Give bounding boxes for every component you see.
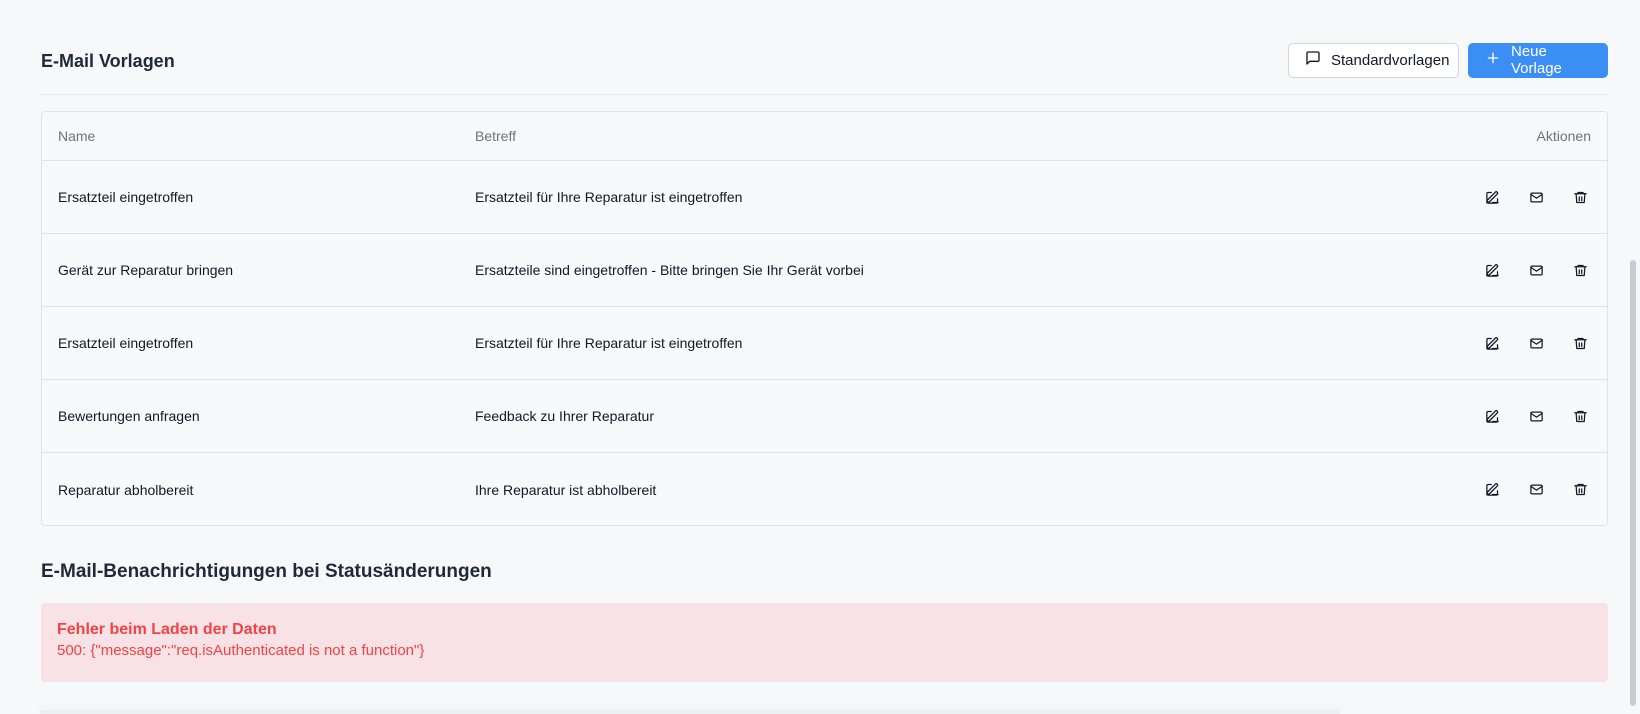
scrollbar-track[interactable] (1626, 0, 1640, 714)
template-subject: Ersatzteil für Ihre Reparatur ist einget… (475, 335, 743, 351)
edit-icon[interactable] (1483, 481, 1501, 499)
notifications-section-title: E-Mail-Benachrichtigungen bei Statusände… (41, 561, 492, 582)
row-actions (1483, 334, 1589, 352)
actions-column-header: Aktionen (1536, 128, 1591, 144)
template-name: Ersatzteil eingetroffen (58, 189, 194, 205)
table-row: Gerät zur Reparatur bringen Ersatzteile … (42, 234, 1607, 307)
header-divider (41, 94, 1608, 95)
table-row: Bewertungen anfragen Feedback zu Ihrer R… (42, 380, 1607, 453)
mail-icon[interactable] (1527, 481, 1545, 499)
template-subject: Feedback zu Ihrer Reparatur (475, 408, 654, 424)
mail-icon[interactable] (1527, 334, 1545, 352)
trash-icon[interactable] (1571, 188, 1589, 206)
edit-icon[interactable] (1483, 334, 1501, 352)
error-message: 500: {"message":"req.isAuthenticated is … (57, 642, 425, 659)
mail-icon[interactable] (1527, 188, 1545, 206)
mail-icon[interactable] (1527, 261, 1545, 279)
row-actions (1483, 188, 1589, 206)
template-name: Ersatzteil eingetroffen (58, 335, 194, 351)
table-row: Ersatzteil eingetroffen Ersatzteil für I… (42, 307, 1607, 380)
standard-templates-button[interactable]: Standardvorlagen (1288, 42, 1459, 78)
page-header: E-Mail Vorlagen Standardvorlagen Neue Vo… (41, 40, 1608, 80)
page-title: E-Mail Vorlagen (41, 50, 175, 71)
row-actions (1483, 481, 1589, 499)
template-subject: Ihre Reparatur ist abholbereit (475, 481, 657, 498)
table-row: Ersatzteil eingetroffen Ersatzteil für I… (42, 161, 1607, 234)
edit-icon[interactable] (1483, 188, 1501, 206)
row-actions (1483, 407, 1589, 425)
table-header: Name Betreff Aktionen (42, 112, 1607, 161)
template-subject: Ersatzteile sind eingetroffen - Bitte br… (475, 262, 864, 278)
table-row: Reparatur abholbereit Ihre Reparatur ist… (42, 453, 1607, 525)
template-subject: Ersatzteil für Ihre Reparatur ist einget… (475, 189, 743, 205)
error-alert: Fehler beim Laden der Daten 500: {"messa… (41, 603, 1608, 682)
header-actions: Standardvorlagen Neue Vorlage (1288, 42, 1608, 78)
template-name: Bewertungen anfragen (58, 408, 200, 424)
trash-icon[interactable] (1571, 481, 1589, 499)
scrollbar-thumb[interactable] (1630, 260, 1636, 706)
trash-icon[interactable] (1571, 334, 1589, 352)
subject-column-header: Betreff (475, 128, 516, 144)
name-column-header: Name (58, 128, 96, 144)
standard-templates-label: Standardvorlagen (1331, 51, 1450, 69)
error-title: Fehler beim Laden der Daten (57, 621, 277, 638)
edit-icon[interactable] (1483, 407, 1501, 425)
row-actions (1483, 261, 1589, 279)
new-template-label: Neue Vorlage (1511, 43, 1562, 77)
trash-icon[interactable] (1571, 407, 1589, 425)
plus-icon (1485, 50, 1501, 70)
template-name: Gerät zur Reparatur bringen (58, 262, 234, 278)
mail-icon[interactable] (1527, 407, 1545, 425)
email-templates-table: Name Betreff Aktionen Ersatzteil eingetr… (41, 111, 1608, 526)
message-square-icon (1305, 50, 1321, 70)
template-name: Reparatur abholbereit (58, 481, 194, 498)
email-templates-page: E-Mail Vorlagen Standardvorlagen Neue Vo… (41, 0, 1608, 714)
trash-icon[interactable] (1571, 261, 1589, 279)
bottom-shadow (40, 710, 1340, 714)
new-template-button[interactable]: Neue Vorlage (1468, 42, 1608, 78)
edit-icon[interactable] (1483, 261, 1501, 279)
